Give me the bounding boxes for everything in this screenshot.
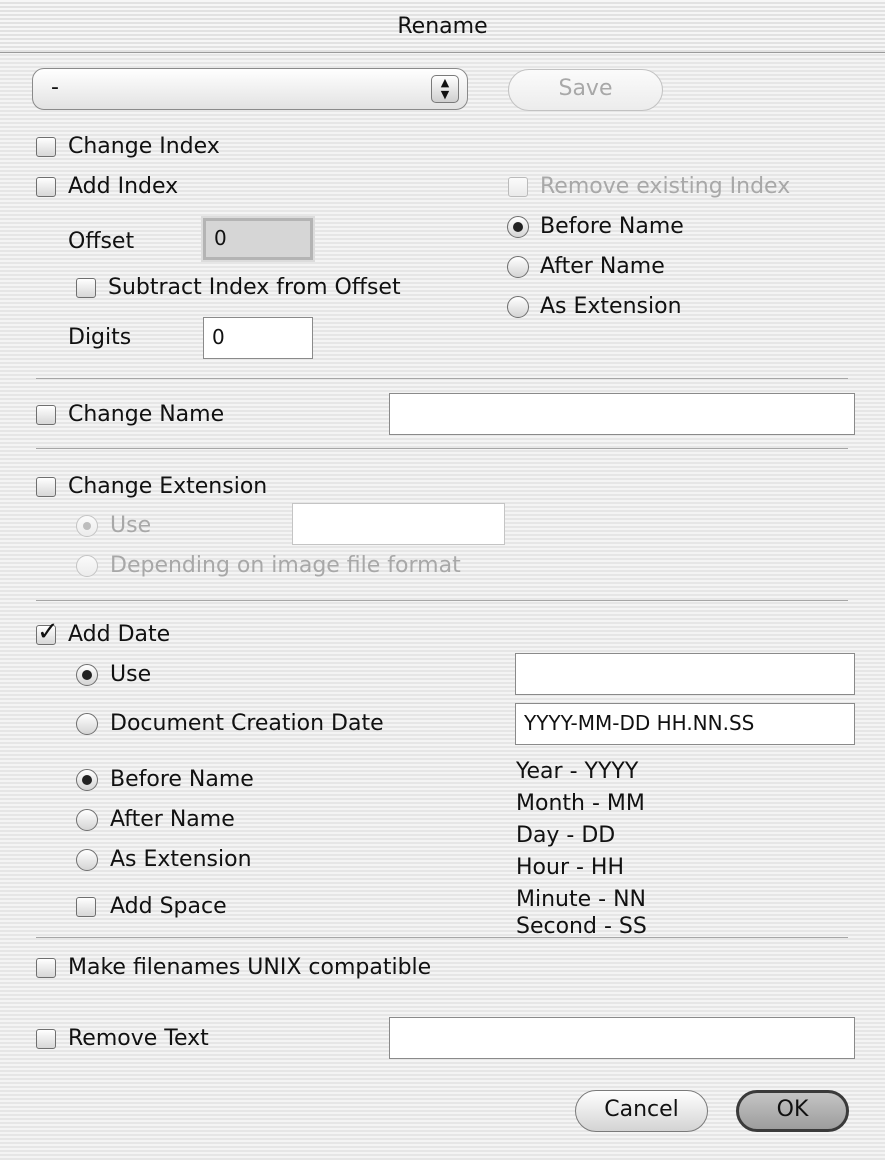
offset-label: Offset (68, 229, 135, 254)
remove-text-field[interactable] (389, 1017, 855, 1059)
remove-text-label: Remove Text (68, 1026, 209, 1051)
extension-use-radio[interactable] (76, 515, 98, 537)
date-before-name-radio[interactable] (76, 769, 98, 791)
cancel-button[interactable]: Cancel (575, 1090, 708, 1132)
date-legend-item: Year - YYYY (516, 759, 639, 784)
date-legend-item: Day - DD (516, 823, 616, 848)
separator (36, 448, 848, 449)
date-as-extension-label: As Extension (110, 847, 252, 872)
index-as-extension-radio[interactable] (507, 296, 529, 318)
digits-label: Digits (68, 325, 132, 350)
date-after-name-label: After Name (110, 807, 235, 832)
date-after-name-radio[interactable] (76, 809, 98, 831)
change-index-checkbox[interactable] (36, 137, 56, 157)
offset-field[interactable]: 0 (203, 218, 313, 260)
index-before-name-radio[interactable] (507, 216, 529, 238)
add-index-checkbox[interactable] (36, 177, 56, 197)
change-extension-label: Change Extension (68, 474, 268, 499)
extension-depending-label: Depending on image file format (110, 553, 461, 578)
date-format-field[interactable]: YYYY-MM-DD HH.NN.SS (515, 703, 855, 745)
add-index-label: Add Index (68, 174, 179, 199)
remove-text-checkbox[interactable] (36, 1029, 56, 1049)
extension-use-label: Use (110, 513, 152, 538)
date-as-extension-radio[interactable] (76, 849, 98, 871)
change-name-label: Change Name (68, 402, 225, 427)
digits-field[interactable]: 0 (203, 317, 313, 359)
remove-existing-index-checkbox[interactable] (508, 177, 528, 197)
preset-popup[interactable]: - ▲ ▼ (32, 68, 468, 110)
checkmark-icon: ✓ (37, 617, 59, 647)
date-legend-item: Hour - HH (516, 855, 625, 880)
change-name-checkbox[interactable] (36, 405, 56, 425)
change-index-label: Change Index (68, 134, 220, 159)
document-creation-date-label: Document Creation Date (110, 711, 384, 736)
save-button[interactable]: Save (508, 69, 663, 111)
radio-selected-dot (83, 522, 91, 530)
separator (36, 378, 848, 379)
date-before-name-label: Before Name (110, 767, 254, 792)
change-name-field[interactable] (389, 393, 855, 435)
change-extension-checkbox[interactable] (36, 477, 56, 497)
date-legend-item: Minute - NN (516, 887, 646, 912)
separator (36, 600, 848, 601)
extension-depending-radio[interactable] (76, 555, 98, 577)
radio-selected-dot (82, 670, 92, 680)
extension-use-field[interactable] (292, 503, 505, 545)
unix-compatible-label: Make filenames UNIX compatible (68, 955, 432, 980)
preset-value: - (51, 75, 59, 100)
index-after-name-label: After Name (540, 254, 665, 279)
date-use-label: Use (110, 662, 152, 687)
document-creation-date-radio[interactable] (76, 713, 98, 735)
remove-existing-index-label: Remove existing Index (540, 174, 791, 199)
subtract-index-checkbox[interactable] (76, 278, 96, 298)
index-after-name-radio[interactable] (507, 256, 529, 278)
separator (36, 937, 848, 938)
date-use-radio[interactable] (76, 664, 98, 686)
index-before-name-label: Before Name (540, 214, 684, 239)
date-use-field[interactable] (515, 653, 855, 695)
window-title: Rename (397, 14, 488, 39)
add-date-checkbox[interactable]: ✓ (36, 619, 59, 645)
add-space-checkbox[interactable] (76, 897, 96, 917)
index-as-extension-label: As Extension (540, 294, 682, 319)
popup-arrows-icon: ▲ ▼ (431, 75, 459, 103)
radio-selected-dot (513, 222, 523, 232)
add-space-label: Add Space (110, 894, 227, 919)
subtract-index-label: Subtract Index from Offset (108, 275, 401, 300)
date-legend-item: Month - MM (516, 791, 645, 816)
radio-selected-dot (82, 775, 92, 785)
unix-compatible-checkbox[interactable] (36, 958, 56, 978)
add-date-label: Add Date (68, 622, 171, 647)
ok-button[interactable]: OK (736, 1090, 849, 1132)
